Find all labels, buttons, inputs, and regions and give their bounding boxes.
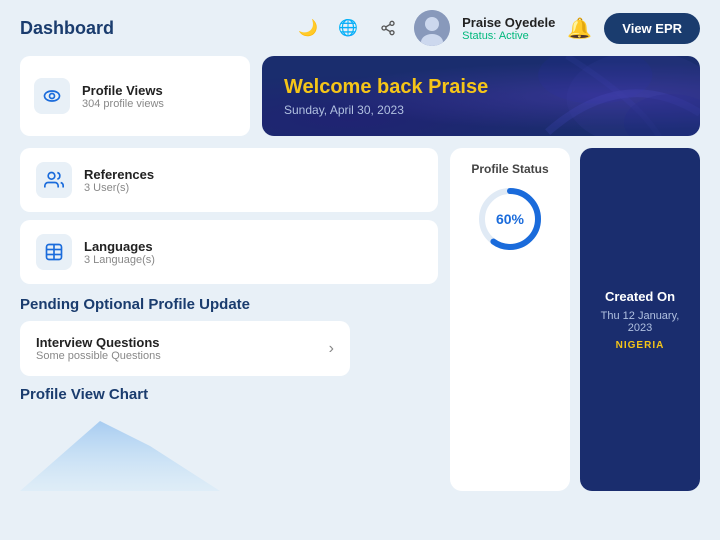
eye-icon bbox=[34, 78, 70, 114]
languages-card: Languages 3 Language(s) bbox=[20, 220, 438, 284]
created-on-label: Created On bbox=[605, 289, 675, 304]
right-section: Profile Status 60% Created On Thu 12 Jan… bbox=[450, 148, 700, 491]
interview-subtitle: Some possible Questions bbox=[36, 350, 161, 362]
country-badge: NIGERIA bbox=[616, 340, 665, 351]
user-name: Praise Oyedele bbox=[462, 15, 555, 30]
main-content: Profile Views 304 profile views Welcome … bbox=[0, 56, 720, 501]
profile-views-title: Profile Views bbox=[82, 83, 164, 98]
top-row: Profile Views 304 profile views Welcome … bbox=[20, 56, 700, 136]
avatar[interactable] bbox=[414, 10, 450, 46]
references-subtitle: 3 User(s) bbox=[84, 182, 154, 194]
profile-percent: 60% bbox=[496, 211, 524, 227]
welcome-date: Sunday, April 30, 2023 bbox=[284, 103, 678, 117]
dashboard-title: Dashboard bbox=[20, 18, 114, 39]
languages-icon bbox=[36, 234, 72, 270]
chart-section: Profile View Chart bbox=[20, 386, 438, 491]
moon-icon[interactable]: 🌙 bbox=[294, 14, 322, 42]
references-title: References bbox=[84, 167, 154, 182]
left-section: References 3 User(s) Languages 3 Langu bbox=[20, 148, 438, 491]
welcome-banner: Welcome back Praise Sunday, April 30, 20… bbox=[262, 56, 700, 136]
interview-title: Interview Questions bbox=[36, 335, 161, 350]
profile-views-card: Profile Views 304 profile views bbox=[20, 56, 250, 136]
profile-progress-circle: 60% bbox=[475, 184, 545, 254]
profile-views-subtitle: 304 profile views bbox=[82, 98, 164, 110]
languages-title: Languages bbox=[84, 239, 155, 254]
welcome-heading: Welcome back Praise bbox=[284, 76, 678, 99]
user-status: Status: Active bbox=[462, 30, 555, 42]
profile-status-box: Profile Status 60% bbox=[450, 148, 570, 491]
references-icon bbox=[36, 162, 72, 198]
references-card: References 3 User(s) bbox=[20, 148, 438, 212]
pending-title: Pending Optional Profile Update bbox=[20, 296, 438, 313]
chart-title: Profile View Chart bbox=[20, 386, 438, 403]
content-area: References 3 User(s) Languages 3 Langu bbox=[20, 148, 700, 491]
profile-status-title: Profile Status bbox=[471, 162, 548, 176]
created-on-box: Created On Thu 12 January, 2023 NIGERIA bbox=[580, 148, 700, 491]
languages-subtitle: 3 Language(s) bbox=[84, 254, 155, 266]
created-on-date: Thu 12 January, 2023 bbox=[598, 310, 682, 334]
notification-bell-icon[interactable]: 🔔 bbox=[567, 16, 592, 41]
interview-card[interactable]: Interview Questions Some possible Questi… bbox=[20, 321, 350, 376]
header-right: 🌙 🌐 Praise Oyedele Status: Active 🔔 View bbox=[294, 10, 700, 46]
chevron-right-icon: › bbox=[329, 340, 334, 358]
pending-section: Pending Optional Profile Update Intervie… bbox=[20, 296, 438, 376]
header: Dashboard 🌙 🌐 Praise Oyedele Status: Act… bbox=[0, 0, 720, 56]
welcome-text: Welcome back Praise Sunday, April 30, 20… bbox=[284, 76, 678, 117]
globe-icon[interactable]: 🌐 bbox=[334, 14, 362, 42]
chart-area bbox=[20, 411, 220, 491]
view-epr-button[interactable]: View EPR bbox=[604, 13, 700, 44]
user-info: Praise Oyedele Status: Active bbox=[462, 15, 555, 42]
share-icon[interactable] bbox=[374, 14, 402, 42]
